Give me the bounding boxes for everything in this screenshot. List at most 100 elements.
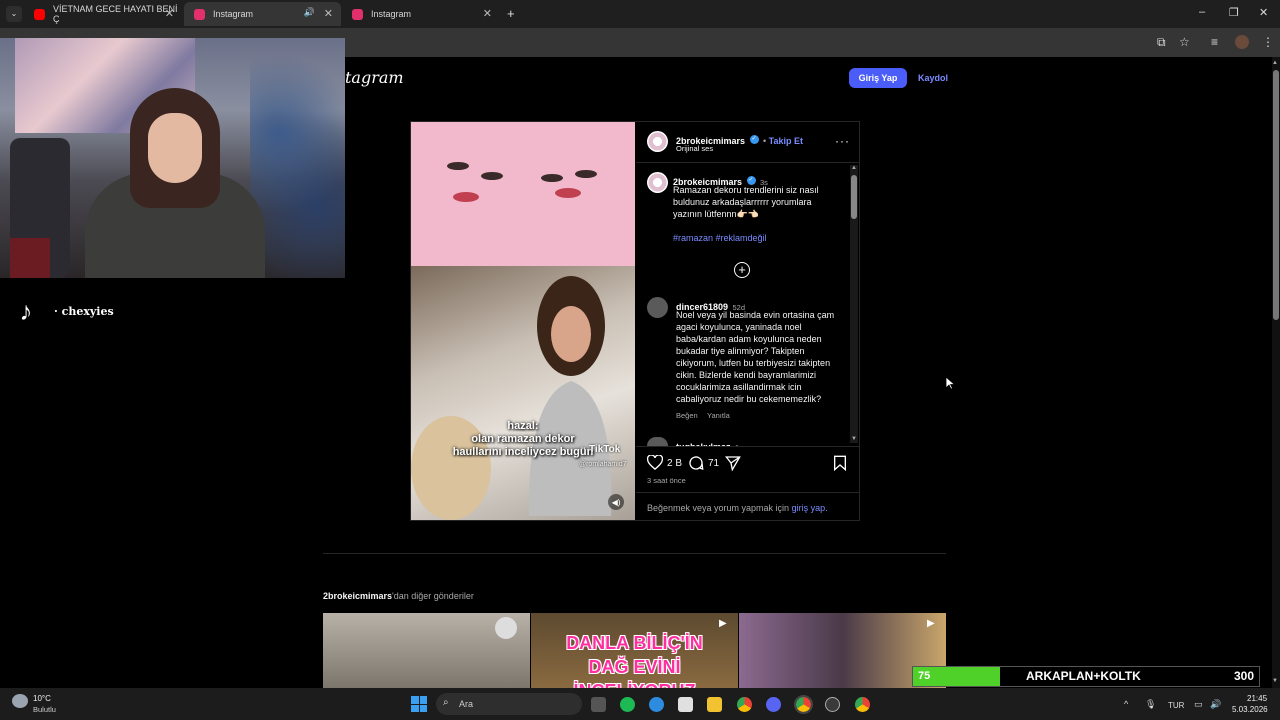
tray-expand-icon[interactable]: ^	[1124, 699, 1128, 709]
close-window-icon[interactable]: ✕	[1259, 6, 1268, 19]
reel-icon	[495, 617, 517, 639]
instagram-icon	[194, 8, 205, 20]
like-count[interactable]: 2 B	[667, 458, 682, 469]
tab-title: Instagram	[213, 9, 254, 19]
video-room-frame	[411, 266, 635, 520]
comment-header: tugbakylmaz 1s	[676, 437, 743, 446]
media-control-icon[interactable]: ≡	[1211, 35, 1218, 49]
bookmark-star-icon[interactable]: ☆	[1179, 35, 1190, 49]
thumb-caption-line: DAĞ EVİNİ	[588, 657, 681, 677]
tab-youtube[interactable]: VİETNAM GECE HAYATI BENİ Ç ✕	[24, 2, 182, 26]
volume-icon[interactable]: 🔊	[1210, 699, 1221, 710]
scroll-down-icon[interactable]: ▼	[851, 436, 857, 442]
eye-shape	[447, 162, 469, 170]
scroll-down-icon[interactable]: ▼	[1272, 678, 1278, 684]
chrome-profile-icon[interactable]	[855, 697, 870, 712]
reel-icon: ▶	[719, 618, 727, 629]
clock-time[interactable]: 21:45	[1247, 694, 1267, 703]
restore-icon[interactable]: ❐	[1229, 6, 1239, 19]
minimize-icon[interactable]: –	[1199, 6, 1205, 18]
edge-icon[interactable]	[649, 697, 664, 712]
more-posts-heading: 2brokeicmimars'dan diğer gönderiler	[323, 591, 474, 601]
post-video[interactable]: hazal: olan ramazan dekor haullarını inc…	[411, 122, 635, 520]
file-explorer-icon[interactable]	[707, 697, 722, 712]
menu-icon[interactable]: ⋮	[1262, 35, 1274, 49]
microphone-icon[interactable]: 🎙	[1145, 699, 1156, 710]
task-view-icon[interactable]	[591, 697, 606, 712]
spotify-icon[interactable]	[620, 697, 635, 712]
windows-start-icon[interactable]	[411, 696, 427, 712]
divider	[636, 446, 859, 447]
audio-icon[interactable]: 🔊	[304, 7, 315, 18]
eye-shape	[575, 170, 597, 178]
display-icon[interactable]: ▭	[1194, 699, 1203, 710]
signup-link[interactable]: Kaydol	[918, 73, 948, 83]
tab-title: VİETNAM GECE HAYATI BENİ Ç	[53, 4, 178, 24]
login-prompt: Beğenmek veya yorum yapmak için giriş ya…	[647, 503, 828, 513]
comment-like-button[interactable]: Beğen	[676, 411, 698, 420]
post-timestamp[interactable]: 3 saat önce	[647, 476, 686, 485]
comments-scrollbar-thumb[interactable]	[851, 175, 857, 219]
profile-avatar[interactable]	[1235, 35, 1249, 49]
more-post-thumb[interactable]: DANLA BİLİÇ'İN DAĞ EVİNİ İNCELİYORUZ ▶	[531, 613, 738, 688]
follow-button[interactable]: Takip Et	[769, 136, 803, 146]
load-more-comments-icon[interactable]: +	[734, 262, 750, 278]
tab-instagram-active[interactable]: Instagram 🔊 ✕	[184, 2, 341, 26]
clock-date[interactable]: 5.03.2026	[1232, 705, 1268, 714]
page-scrollbar-thumb[interactable]	[1273, 70, 1279, 320]
tiktok-watermark: TikTok	[589, 444, 621, 455]
comment-avatar[interactable]	[647, 297, 668, 318]
scroll-up-icon[interactable]: ▲	[851, 165, 857, 171]
audio-label[interactable]: Orijinal ses	[676, 144, 713, 153]
login-button[interactable]: Giriş Yap	[849, 68, 907, 88]
close-icon[interactable]: ✕	[483, 7, 492, 20]
language-indicator[interactable]: TUR	[1168, 701, 1184, 710]
comment-avatar[interactable]	[647, 437, 668, 446]
streamer-name: · chexyies	[54, 305, 114, 318]
weather-desc[interactable]: Bulutlu	[33, 705, 56, 714]
install-app-icon[interactable]: ⧉	[1157, 35, 1166, 50]
mute-icon[interactable]: ◀)	[608, 494, 624, 510]
weather-icon[interactable]	[12, 694, 28, 708]
instagram-logo[interactable]: tagram	[345, 68, 404, 87]
thumb-caption: DANLA BİLİÇ'İN DAĞ EVİNİ İNCELİYORUZ	[531, 631, 738, 688]
more-posts-owner[interactable]: 2brokeicmimars	[323, 591, 392, 601]
eye-shape	[541, 174, 563, 182]
login-prompt-text: Beğenmek veya yorum yapmak için	[647, 503, 790, 513]
goal-max: 300	[1234, 669, 1255, 683]
plus-icon[interactable]: +	[507, 6, 515, 21]
post-avatar[interactable]	[647, 131, 668, 152]
chrome-active-icon[interactable]	[794, 695, 813, 714]
caption-avatar[interactable]	[647, 172, 668, 193]
chair-accent	[10, 238, 50, 278]
taskbar-search[interactable]	[436, 693, 582, 715]
comment-text: Noel veya yil basinda evin ortasina çam …	[676, 310, 835, 404]
heart-icon[interactable]	[646, 454, 664, 475]
lips-shape	[453, 192, 479, 202]
more-options-icon[interactable]: ···	[835, 134, 850, 148]
login-link[interactable]: giriş yap	[792, 503, 826, 513]
discord-icon[interactable]	[766, 697, 781, 712]
close-icon[interactable]: ✕	[165, 7, 174, 20]
store-icon[interactable]	[678, 697, 693, 712]
tab-search-icon[interactable]: ⌄	[6, 6, 22, 22]
chrome-icon[interactable]	[737, 697, 752, 712]
hashtags[interactable]: #ramazan #reklamdeğil	[673, 232, 767, 244]
more-posts-suffix: 'dan diğer gönderiler	[392, 591, 474, 601]
close-icon[interactable]: ✕	[324, 7, 333, 20]
thumb-caption-line: İNCELİYORUZ	[531, 679, 738, 688]
comment-reply-button[interactable]: Yanıtla	[707, 411, 730, 420]
tab-instagram[interactable]: Instagram ✕	[342, 2, 500, 26]
weather-temp[interactable]: 10°C	[33, 694, 51, 703]
app-icon[interactable]	[825, 697, 840, 712]
scroll-up-icon[interactable]: ▲	[1272, 60, 1278, 66]
share-icon[interactable]	[724, 455, 741, 476]
bookmark-icon[interactable]	[833, 455, 847, 476]
more-post-thumb[interactable]	[323, 613, 530, 688]
webcam-overlay	[0, 38, 345, 278]
comment-icon[interactable]	[688, 455, 704, 476]
tab-title: Instagram	[371, 9, 412, 19]
youtube-icon	[34, 8, 45, 20]
comment-count[interactable]: 71	[708, 458, 719, 469]
verified-icon: ✓	[749, 135, 759, 145]
